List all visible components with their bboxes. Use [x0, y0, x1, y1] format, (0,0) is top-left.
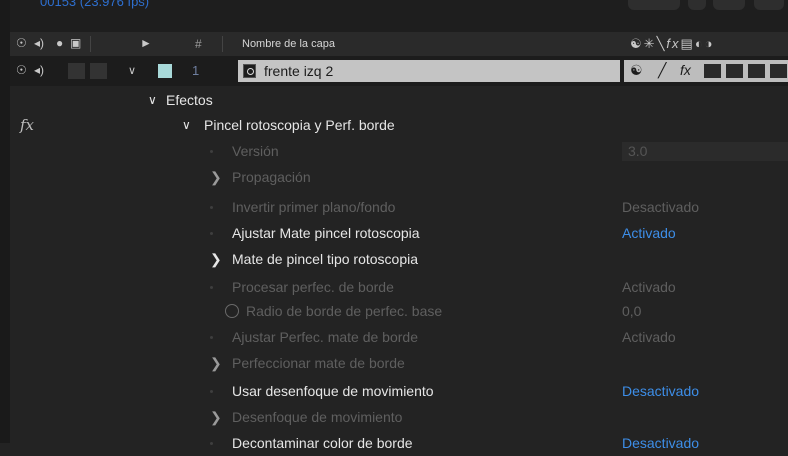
keyframe-nav-dot	[210, 390, 213, 393]
lock-icon[interactable]: ▣	[70, 37, 81, 49]
property-row[interactable]: Versión 3.0	[10, 139, 788, 164]
frame-blend-icon[interactable]: ▤	[681, 36, 695, 51]
label-tag-icon[interactable]: ►	[140, 37, 152, 49]
footage-layer-icon	[243, 64, 256, 78]
property-row[interactable]: Radio de borde de perfec. base 0,0	[10, 299, 788, 324]
motion-blur-switch[interactable]	[726, 64, 743, 78]
property-row[interactable]: Ajustar Mate pincel rotoscopia Activado	[10, 221, 788, 246]
property-row[interactable]: ❯ Mate de pincel tipo rotoscopia	[10, 247, 788, 272]
property-row[interactable]: Decontaminar color de borde Desactivado	[10, 431, 788, 456]
chevron-right-icon[interactable]: ❯	[210, 169, 222, 186]
column-divider	[222, 36, 223, 52]
property-value[interactable]: Desactivado	[622, 435, 699, 451]
label-color-swatch[interactable]	[158, 64, 172, 78]
motion-blur-icon[interactable]: ◐	[695, 36, 705, 51]
panel-left-edge	[0, 0, 10, 443]
property-label: Ajustar Mate pincel rotoscopia	[232, 225, 420, 241]
property-value[interactable]: Desactivado	[622, 199, 699, 215]
layer-number: 1	[192, 63, 200, 78]
layer-row[interactable]: ☉ ◂) ∨ 1 frente izq 2 ☯ ╱ fx	[10, 56, 788, 86]
property-label: Perfeccionar mate de borde	[232, 355, 405, 371]
fx-switch-icon[interactable]: fx	[666, 36, 680, 51]
lock-toggle[interactable]	[90, 63, 107, 79]
timecode-display[interactable]: 00153 (23.976 fps)	[40, 0, 149, 9]
property-value[interactable]: 0,0	[622, 303, 641, 319]
toolbar-button[interactable]	[754, 0, 784, 10]
property-value[interactable]: Activado	[622, 329, 676, 345]
eye-icon[interactable]: ☉	[16, 37, 27, 49]
property-row[interactable]: Ajustar Perfec. mate de borde Activado	[10, 325, 788, 350]
eye-icon[interactable]: ☉	[16, 64, 27, 76]
effects-group-label: Efectos	[166, 92, 213, 108]
toolbar-button[interactable]	[713, 0, 745, 10]
effect-row[interactable]: fx ∨ Pincel rotoscopia y Perf. borde	[10, 113, 788, 138]
property-row[interactable]: ❯ Desenfoque de movimiento	[10, 405, 788, 430]
layer-name-field[interactable]: frente izq 2	[238, 60, 620, 82]
stopwatch-icon[interactable]	[225, 304, 239, 318]
property-label: Versión	[232, 143, 279, 159]
fx-switch-icon[interactable]: fx	[680, 62, 691, 78]
property-label: Mate de pincel tipo rotoscopia	[232, 251, 418, 267]
frame-blend-switch[interactable]	[704, 64, 721, 78]
keyframe-nav-dot	[210, 232, 213, 235]
keyframe-nav-dot	[210, 206, 213, 209]
quality-icon[interactable]: ╲	[657, 36, 667, 51]
audio-icon[interactable]: ◂)	[34, 37, 44, 49]
toolbar-button[interactable]	[628, 0, 680, 10]
fx-toggle-icon[interactable]: fx	[20, 116, 34, 134]
property-row[interactable]: ❯ Propagación	[10, 165, 788, 190]
property-label: Propagación	[232, 169, 311, 185]
layer-name[interactable]: frente izq 2	[264, 63, 333, 79]
effects-group-row[interactable]: ∨ Efectos	[10, 88, 788, 113]
shy-switch-icon[interactable]: ☯	[630, 62, 643, 79]
property-label: Desenfoque de movimiento	[232, 409, 403, 425]
property-label: Procesar perfec. de borde	[232, 279, 394, 295]
property-value-box[interactable]: 3.0	[622, 142, 788, 161]
header-layer-name[interactable]: Nombre de la capa	[242, 38, 335, 50]
solo-dot-icon[interactable]: ●	[56, 37, 63, 49]
adjustment-switch[interactable]	[748, 64, 765, 78]
timecode-bar: 00153 (23.976 fps)	[10, 0, 788, 32]
3d-layer-switch[interactable]	[770, 64, 787, 78]
property-value[interactable]: Activado	[622, 279, 676, 295]
header-number[interactable]: #	[195, 37, 202, 51]
property-value[interactable]: Desactivado	[622, 383, 699, 399]
keyframe-nav-dot	[210, 336, 213, 339]
column-header: ☉ ◂) ● ▣ ► # Nombre de la capa ☯✳╲fx▤◐◑	[10, 32, 788, 57]
audio-icon[interactable]: ◂)	[34, 64, 44, 76]
collapse-icon[interactable]: ✳	[644, 36, 657, 51]
property-label: Decontaminar color de borde	[232, 435, 413, 451]
property-label: Usar desenfoque de movimiento	[232, 383, 434, 399]
chevron-right-icon[interactable]: ❯	[210, 355, 222, 372]
solo-toggle[interactable]	[68, 63, 85, 79]
effect-name[interactable]: Pincel rotoscopia y Perf. borde	[204, 117, 395, 133]
property-label: Radio de borde de perfec. base	[246, 303, 443, 319]
keyframe-nav-dot	[210, 442, 213, 445]
chevron-down-icon[interactable]: ∨	[182, 118, 191, 132]
keyframe-nav-dot	[210, 150, 213, 153]
chevron-down-icon[interactable]: ∨	[148, 93, 157, 107]
property-row[interactable]: Invertir primer plano/fondo Desactivado	[10, 195, 788, 220]
chevron-right-icon[interactable]: ❯	[210, 409, 222, 426]
chevron-right-icon[interactable]: ❯	[210, 251, 222, 268]
toolbar-button[interactable]	[688, 0, 706, 10]
property-label: Ajustar Perfec. mate de borde	[232, 329, 418, 345]
property-row[interactable]: ❯ Perfeccionar mate de borde	[10, 351, 788, 376]
shy-icon[interactable]: ☯	[630, 36, 644, 51]
chevron-down-icon[interactable]: ∨	[128, 64, 136, 77]
keyframe-nav-dot	[210, 286, 213, 289]
quality-switch-icon[interactable]: ╱	[658, 62, 666, 79]
property-value[interactable]: 3.0	[628, 143, 647, 159]
property-row[interactable]: Procesar perfec. de borde Activado	[10, 275, 788, 300]
adjustment-icon[interactable]: ◑	[705, 36, 715, 51]
property-value[interactable]: Activado	[622, 225, 676, 241]
layer-switches: ☯ ╱ fx	[624, 60, 788, 82]
property-row[interactable]: Usar desenfoque de movimiento Desactivad…	[10, 379, 788, 404]
property-label: Invertir primer plano/fondo	[232, 199, 396, 215]
switches-icons: ☯✳╲fx▤◐◑	[630, 36, 715, 52]
column-divider	[90, 36, 91, 52]
